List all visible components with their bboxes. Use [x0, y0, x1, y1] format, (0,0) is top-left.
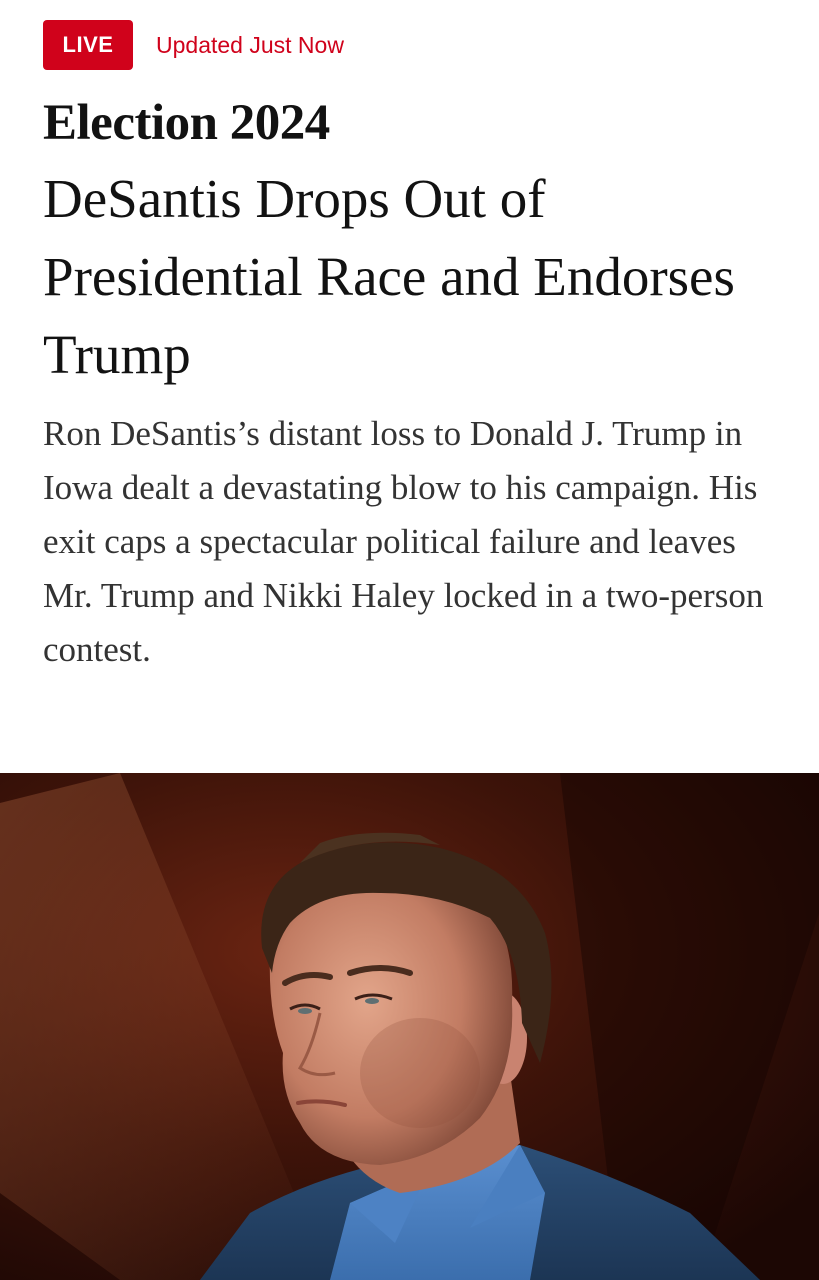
portrait-image	[0, 773, 819, 1280]
article-summary: Ron DeSantis’s distant loss to Donald J.…	[43, 414, 764, 669]
section-kicker[interactable]: Election 2024	[43, 88, 330, 158]
article-page: LIVE Updated Just Now Election 2024 DeSa…	[0, 0, 819, 1280]
updated-timestamp: Updated Just Now	[156, 31, 344, 58]
article-photo[interactable]	[0, 773, 819, 1280]
article-headline[interactable]: DeSantis Drops Out of Presidential Race …	[43, 160, 763, 394]
live-badge: LIVE	[43, 20, 133, 70]
live-meta-row: LIVE Updated Just Now	[43, 20, 344, 70]
